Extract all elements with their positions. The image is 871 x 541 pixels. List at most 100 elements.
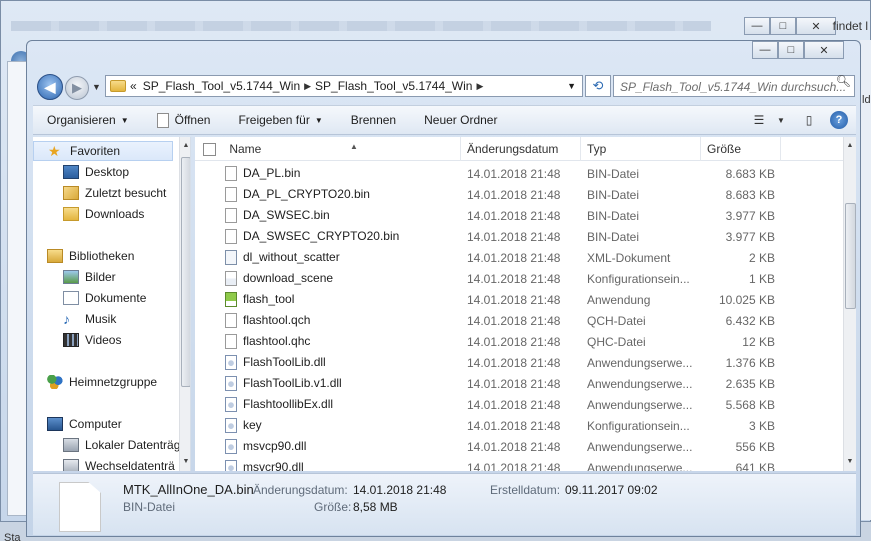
bg-close-button[interactable]: ✕	[796, 17, 836, 35]
column-header-name[interactable]: Name ▲	[195, 137, 461, 161]
organize-button[interactable]: Organisieren ▼	[33, 113, 143, 127]
table-row[interactable]: flashtool.qhc 14.01.2018 21:48 QHC-Datei 12…	[195, 331, 843, 352]
file-date: 14.01.2018 21:48	[467, 334, 561, 349]
sidebar-item-favorites[interactable]: ★ Favoriten	[33, 141, 173, 161]
sidebar-item-pictures[interactable]: Bilder	[33, 267, 116, 287]
breadcrumb-overflow[interactable]: «	[130, 79, 137, 93]
back-arrow-icon[interactable]: ◀	[37, 74, 63, 100]
file-list-scroll-thumb[interactable]	[845, 203, 856, 309]
file-name-cell: dl_without_scatter	[195, 250, 461, 266]
forward-arrow-icon[interactable]: ▶	[65, 76, 89, 100]
file-name: key	[243, 417, 262, 432]
breadcrumb-chevron-icon[interactable]: ▶	[476, 81, 483, 92]
file-icon	[225, 229, 237, 245]
refresh-icon[interactable]: ⟲	[585, 75, 611, 97]
view-list-icon[interactable]: ☰	[748, 110, 770, 130]
table-row[interactable]: FlashToolLib.dll 14.01.2018 21:48 Anwendun…	[195, 352, 843, 373]
table-row[interactable]: dl_without_scatter 14.01.2018 21:48 XML-Do…	[195, 247, 843, 268]
sidebar-item-desktop[interactable]: Desktop	[33, 162, 129, 182]
sidebar-item-label: Favoriten	[70, 144, 121, 158]
sidebar-item-local-disk[interactable]: Lokaler Datenträg	[33, 435, 180, 455]
table-row[interactable]: key 14.01.2018 21:48 Konfigurationsein... 3…	[195, 415, 843, 436]
table-row[interactable]: DA_PL.bin 14.01.2018 21:48 BIN-Datei 8.683 …	[195, 163, 843, 184]
sidebar-item-label: Desktop	[85, 165, 130, 179]
sidebar-item-label: Bilder	[85, 270, 116, 284]
sidebar-item-documents[interactable]: Dokumente	[33, 288, 146, 308]
sidebar-item-recent[interactable]: Zuletzt besucht	[33, 183, 166, 203]
scroll-down-arrow-icon[interactable]: ▼	[180, 455, 190, 469]
sidebar-item-videos[interactable]: Videos	[33, 330, 121, 350]
close-button[interactable]: ✕	[804, 41, 844, 59]
table-row[interactable]: DA_PL_CRYPTO20.bin 14.01.2018 21:48 BIN-Da…	[195, 184, 843, 205]
file-type: Konfigurationsein...	[587, 418, 690, 433]
file-date: 14.01.2018 21:48	[467, 208, 561, 223]
scroll-down-arrow-icon[interactable]: ▼	[844, 455, 856, 469]
breadcrumb-item[interactable]: SP_Flash_Tool_v5.1744_Win	[143, 79, 300, 93]
table-row[interactable]: flashtool.qch 14.01.2018 21:48 QCH-Datei 6.…	[195, 310, 843, 331]
address-dropdown-icon[interactable]: ▼	[567, 81, 576, 91]
search-icon[interactable]: 🔍︎	[836, 74, 851, 88]
view-dropdown-icon[interactable]: ▼	[770, 110, 792, 130]
maximize-button[interactable]: □	[778, 41, 804, 59]
table-row[interactable]: FlashtoollibEx.dll 14.01.2018 21:48 Anwend…	[195, 394, 843, 415]
bg-maximize-button[interactable]: □	[770, 17, 796, 35]
table-row[interactable]: msvcr90.dll 14.01.2018 21:48 Anwendungserw…	[195, 457, 843, 471]
file-size: 1.376 KB	[725, 355, 775, 370]
sidebar-item-music[interactable]: ♪ Musik	[33, 309, 116, 329]
table-row[interactable]: DA_SWSEC.bin 14.01.2018 21:48 BIN-Datei 3.9…	[195, 205, 843, 226]
recent-pages-dropdown-icon[interactable]: ▼	[92, 82, 101, 92]
bg-minimize-button[interactable]: —	[744, 17, 770, 35]
file-type: Konfigurationsein...	[587, 271, 690, 286]
sidebar-item-downloads[interactable]: Downloads	[33, 204, 144, 224]
navigation-scroll-thumb[interactable]	[181, 157, 190, 387]
file-name: flash_tool	[243, 291, 295, 306]
navigation-pane: ★ Favoriten Desktop Zuletzt besucht Down…	[33, 137, 191, 471]
file-size: 3.977 KB	[725, 208, 775, 223]
table-row[interactable]: DA_SWSEC_CRYPTO20.bin 14.01.2018 21:48 BIN…	[195, 226, 843, 247]
burn-button[interactable]: Brennen	[337, 113, 410, 127]
file-name-cell: flashtool.qhc	[195, 334, 461, 350]
file-name-cell: flash_tool	[195, 291, 461, 308]
view-controls: ☰ ▼ ▯ ?	[742, 110, 856, 130]
minimize-button[interactable]: —	[752, 41, 778, 59]
file-name-cell: DA_PL.bin	[195, 166, 461, 182]
table-row[interactable]: flash_tool 14.01.2018 21:48 Anwendung 10.02…	[195, 289, 843, 310]
open-button[interactable]: Öffnen	[143, 112, 225, 128]
table-row[interactable]: download_scene 14.01.2018 21:48 Konfigurat…	[195, 268, 843, 289]
breadcrumb-chevron-icon[interactable]: ▶	[304, 81, 311, 92]
select-all-checkbox[interactable]	[203, 142, 216, 156]
sidebar-item-computer[interactable]: Computer	[33, 414, 122, 434]
file-type: BIN-Datei	[587, 187, 640, 202]
column-header-date[interactable]: Änderungsdatum	[461, 137, 581, 161]
file-list-scrollbar[interactable]: ▲ ▼	[843, 137, 856, 471]
sidebar-item-libraries[interactable]: Bibliotheken	[33, 246, 134, 266]
burn-label: Brennen	[350, 113, 397, 127]
share-button[interactable]: Freigeben für ▼	[224, 113, 336, 127]
file-size: 10.025 KB	[718, 292, 775, 307]
scroll-up-arrow-icon[interactable]: ▲	[844, 139, 856, 153]
explorer-window: — □ ✕ ◀ ▶ ▼ « SP_Flash_Tool_v5.1744_Win …	[26, 40, 861, 537]
background-edge-text: findet l	[832, 19, 868, 33]
scroll-up-arrow-icon[interactable]: ▲	[180, 139, 190, 153]
search-input[interactable]: SP_Flash_Tool_v5.1744_Win durchsuch...	[613, 75, 855, 97]
xml-icon	[225, 250, 237, 266]
column-header-size[interactable]: Größe	[701, 137, 781, 161]
navigation-scrollbar[interactable]: ▲ ▼	[179, 137, 190, 471]
address-bar[interactable]: « SP_Flash_Tool_v5.1744_Win ▶ SP_Flash_T…	[105, 75, 583, 97]
help-icon[interactable]: ?	[830, 111, 848, 129]
breadcrumb-item[interactable]: SP_Flash_Tool_v5.1744_Win	[315, 79, 472, 93]
file-type: Anwendung	[587, 292, 651, 307]
column-header-row: Name ▲ Änderungsdatum Typ Größe	[195, 137, 843, 161]
column-header-type[interactable]: Typ	[581, 137, 701, 161]
sidebar-item-removable[interactable]: Wechseldatenträ	[33, 456, 175, 471]
sidebar-item-homegroup[interactable]: Heimnetzgruppe	[33, 372, 157, 392]
config-icon	[225, 271, 237, 287]
created-value: 09.11.2017 09:02	[565, 483, 658, 497]
table-row[interactable]: FlashToolLib.v1.dll 14.01.2018 21:48 Anwen…	[195, 373, 843, 394]
new-folder-button[interactable]: Neuer Ordner	[410, 113, 511, 127]
table-row[interactable]: msvcp90.dll 14.01.2018 21:48 Anwendungserw…	[195, 436, 843, 457]
preview-pane-icon[interactable]: ▯	[798, 110, 820, 130]
file-icon	[225, 166, 237, 182]
file-name-cell: download_scene	[195, 271, 461, 287]
chevron-down-icon: ▼	[314, 115, 323, 125]
